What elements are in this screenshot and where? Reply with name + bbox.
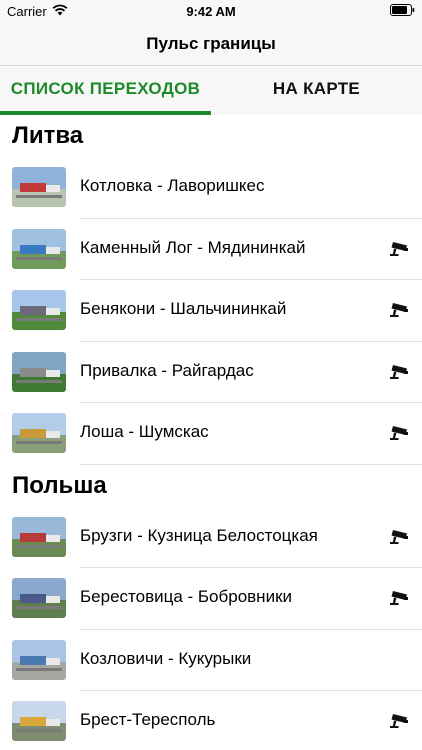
- crossing-thumbnail: [12, 351, 66, 392]
- crossing-row[interactable]: Козловичи - Кукурыки: [0, 630, 422, 691]
- crossing-row[interactable]: Брест-Тересполь: [0, 691, 422, 750]
- tab-map[interactable]: НА КАРТЕ: [211, 67, 422, 115]
- row-separator: [80, 463, 422, 465]
- battery-icon: [390, 4, 415, 16]
- crossing-thumbnail: [12, 578, 66, 618]
- crossing-thumbnail: [12, 701, 66, 741]
- webcam-icon[interactable]: [388, 300, 410, 320]
- crossing-row[interactable]: Котловка - Лаворишкес: [0, 157, 422, 219]
- crossings-list[interactable]: Литва Котловка - Лаворишкес Каменный Лог…: [0, 115, 422, 750]
- webcam-icon[interactable]: [388, 711, 410, 731]
- webcam-icon[interactable]: [388, 588, 410, 608]
- status-time: 9:42 AM: [186, 4, 236, 19]
- crossing-thumbnail: [12, 167, 66, 207]
- crossing-thumbnail: [12, 639, 66, 680]
- page-title: Пульс границы: [146, 34, 276, 53]
- webcam-icon[interactable]: [388, 362, 410, 382]
- crossing-row[interactable]: Лоша - Шумскас: [0, 403, 422, 465]
- navigation-bar: Пульс границы: [0, 22, 422, 66]
- crossing-row[interactable]: Бенякони - Шальчининкай: [0, 280, 422, 342]
- status-bar: Carrier 9:42 AM: [0, 0, 422, 22]
- crossing-thumbnail: [12, 413, 66, 453]
- tab-bar: СПИСОК ПЕРЕХОДОВ НА КАРТЕ: [0, 67, 422, 115]
- section-header: Польша: [12, 471, 107, 499]
- crossing-name: Брест-Тересполь: [80, 710, 216, 729]
- crossing-row[interactable]: Берестовица - Бобровники: [0, 568, 422, 630]
- crossing-name: Берестовица - Бобровники: [80, 587, 293, 606]
- tab-crossings-list[interactable]: СПИСОК ПЕРЕХОДОВ: [0, 67, 211, 115]
- crossing-row[interactable]: Брузги - Кузница Белостоцкая: [0, 507, 422, 568]
- crossing-row[interactable]: Привалка - Райгардас: [0, 342, 422, 403]
- crossing-name: Брузги - Кузница Белостоцкая: [80, 525, 318, 545]
- section-header: Литва: [12, 122, 84, 149]
- crossing-thumbnail: [12, 516, 66, 557]
- crossing-row[interactable]: Каменный Лог - Мядининкай: [0, 219, 422, 280]
- crossing-name: Козловичи - Кукурыки: [80, 648, 252, 668]
- webcam-icon[interactable]: [388, 423, 410, 443]
- crossing-name: Бенякони - Шальчининкай: [80, 299, 287, 318]
- crossing-name: Каменный Лог - Мядининкай: [80, 237, 306, 257]
- webcam-icon[interactable]: [388, 527, 410, 547]
- crossing-name: Лоша - Шумскас: [80, 422, 209, 441]
- crossing-name: Привалка - Райгардас: [80, 360, 254, 380]
- crossing-thumbnail: [12, 290, 66, 330]
- webcam-icon[interactable]: [388, 239, 410, 259]
- crossing-thumbnail: [12, 228, 66, 269]
- crossing-name: Котловка - Лаворишкес: [80, 176, 265, 195]
